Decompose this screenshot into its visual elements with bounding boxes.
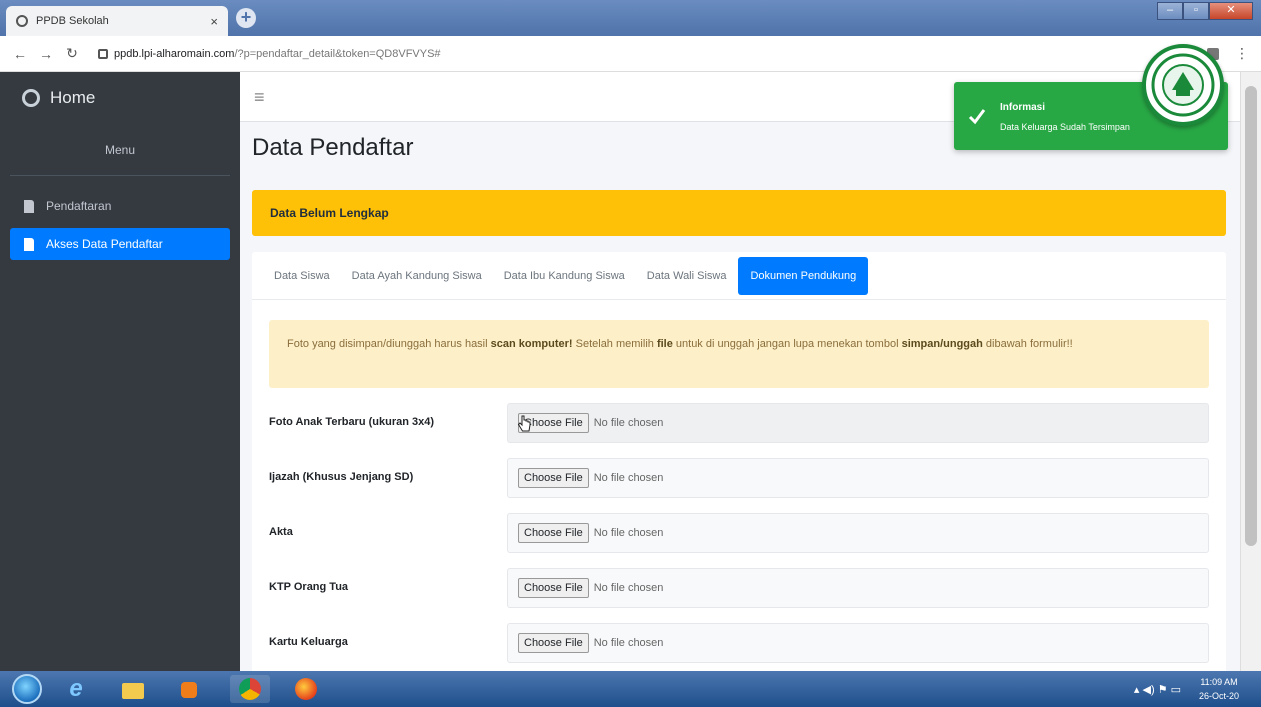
form-row-akta: Akta Choose File No file chosen (269, 513, 1209, 555)
start-button[interactable] (12, 674, 42, 704)
document-icon (24, 199, 34, 213)
field-label: Akta (269, 526, 293, 538)
tab-data-wali[interactable]: Data Wali Siswa (637, 261, 737, 291)
reload-icon[interactable]: ↻ (62, 45, 82, 62)
internet-explorer-icon[interactable]: e (56, 675, 96, 703)
browser-tab[interactable]: PPDB Sekolah × (6, 6, 228, 36)
new-tab-button[interactable]: + (236, 8, 256, 28)
choose-file-button[interactable]: Choose File (518, 523, 589, 543)
file-input-akta[interactable]: Choose File No file chosen (507, 513, 1209, 553)
brand-text: Home (50, 88, 96, 107)
file-status: No file chosen (593, 472, 664, 484)
tab-data-siswa[interactable]: Data Siswa (264, 261, 340, 291)
hamburger-menu-icon[interactable]: ≡ (254, 87, 265, 107)
choose-file-button[interactable]: Choose File (518, 578, 589, 598)
form-row-kartu-keluarga: Kartu Keluarga Choose File No file chose… (269, 623, 1209, 665)
browser-titlebar: PPDB Sekolah × + – ▫ ✕ (0, 0, 1261, 36)
form-row-foto: Foto Anak Terbaru (ukuran 3x4) Choose Fi… (269, 403, 1209, 445)
toast-message: Data Keluarga Sudah Tersimpan (1000, 122, 1130, 132)
url-field[interactable]: ppdb.lpi-alharomain.com/?p=pendaftar_det… (114, 48, 441, 60)
tab-data-ayah[interactable]: Data Ayah Kandung Siswa (342, 261, 492, 291)
sidebar: Home Menu Pendaftaran Akses Data Pendaft… (0, 72, 240, 671)
file-input-foto[interactable]: Choose File No file chosen (507, 403, 1209, 443)
page-title: Data Pendaftar (252, 134, 414, 161)
file-status: No file chosen (593, 527, 664, 539)
globe-icon (16, 15, 28, 27)
close-window-button[interactable]: ✕ (1209, 2, 1253, 20)
tab-bar: Data Siswa Data Ayah Kandung Siswa Data … (252, 252, 1226, 300)
tab-title: PPDB Sekolah (36, 15, 109, 27)
school-logo (1142, 44, 1224, 126)
url-path: /?p=pendaftar_detail&token=QD8VFVYS# (234, 47, 441, 60)
sidebar-item-label: Akses Data Pendaftar (46, 237, 163, 251)
checkmark-icon (968, 109, 986, 125)
document-icon (24, 237, 34, 251)
field-label: KTP Orang Tua (269, 581, 349, 593)
file-input-kartu-keluarga[interactable]: Choose File No file chosen (507, 623, 1209, 663)
home-logo-icon (22, 89, 40, 107)
file-status: No file chosen (593, 582, 664, 594)
firefox-icon[interactable] (285, 675, 325, 703)
page-scrollbar[interactable] (1240, 72, 1261, 671)
info-text: Setelah memilih (572, 338, 657, 350)
field-label: Ijazah (Khusus Jenjang SD) (269, 471, 414, 483)
media-player-icon[interactable] (168, 675, 208, 703)
menu-kebab-icon[interactable]: ⋮ (1235, 45, 1249, 62)
choose-file-button[interactable]: Choose File (518, 633, 589, 653)
form-row-ijazah: Ijazah (Khusus Jenjang SD) Choose File N… (269, 458, 1209, 500)
choose-file-button[interactable]: Choose File (518, 468, 589, 488)
back-arrow-icon[interactable]: ← (10, 46, 30, 62)
clock-time: 11:09 AM (1200, 677, 1238, 687)
sidebar-item-label: Pendaftaran (46, 199, 112, 213)
file-input-ijazah[interactable]: Choose File No file chosen (507, 458, 1209, 498)
hand-cursor-icon (517, 415, 531, 432)
chrome-icon[interactable] (230, 675, 270, 703)
maximize-button[interactable]: ▫ (1183, 2, 1209, 20)
clock[interactable]: 11:09 AM 26-Oct-20 (1189, 675, 1249, 703)
info-text: Foto yang disimpan/diunggah harus hasil (287, 338, 491, 350)
school-emblem-icon (1151, 53, 1215, 117)
document-card: Data Siswa Data Ayah Kandung Siswa Data … (252, 252, 1226, 671)
info-bold: file (656, 338, 673, 350)
lock-icon (98, 48, 108, 59)
system-tray[interactable]: ▴ ◀) ⚑ ▭ (1134, 683, 1181, 696)
main-content: ≡ Data Pendaftar Data Belum Lengkap Data… (240, 72, 1240, 671)
file-input-ktp[interactable]: Choose File No file chosen (507, 568, 1209, 608)
tab-data-ibu[interactable]: Data Ibu Kandung Siswa (494, 261, 635, 291)
sidebar-item-pendaftaran[interactable]: Pendaftaran (10, 190, 230, 222)
file-explorer-icon[interactable] (112, 675, 152, 703)
field-label: Kartu Keluarga (269, 636, 348, 648)
status-alert: Data Belum Lengkap (252, 190, 1226, 236)
forward-arrow-icon[interactable]: → (36, 46, 56, 62)
brand-link[interactable]: Home (0, 72, 240, 124)
window-controls: – ▫ ✕ (1157, 2, 1253, 20)
tab-dokumen-pendukung[interactable]: Dokumen Pendukung (738, 256, 869, 295)
info-text: dibawah formulir!! (982, 338, 1073, 350)
tab-close-button[interactable]: × (210, 14, 218, 29)
toast-title: Informasi (1000, 102, 1046, 113)
field-label: Foto Anak Terbaru (ukuran 3x4) (269, 416, 435, 428)
sidebar-item-akses-data-pendaftar[interactable]: Akses Data Pendaftar (10, 228, 230, 260)
info-bold: scan komputer! (490, 338, 573, 350)
address-bar: ← → ↻ ppdb.lpi-alharomain.com/?p=pendaft… (0, 36, 1261, 72)
menu-title: Menu (10, 124, 230, 176)
url-host: ppdb.lpi-alharomain.com (114, 47, 235, 60)
scrollbar-thumb[interactable] (1245, 86, 1257, 546)
info-notice: Foto yang disimpan/diunggah harus hasil … (269, 320, 1209, 388)
clock-date: 26-Oct-20 (1198, 691, 1240, 701)
form-row-ktp: KTP Orang Tua Choose File No file chosen (269, 568, 1209, 610)
info-text: untuk di unggah jangan lupa menekan tomb… (672, 338, 902, 350)
info-bold: simpan/unggah (901, 338, 983, 350)
file-status: No file chosen (593, 637, 664, 649)
file-status: No file chosen (593, 417, 664, 429)
taskbar: e ▴ ◀) ⚑ ▭ 11:09 AM 26-Oct-20 (0, 671, 1261, 707)
minimize-button[interactable]: – (1157, 2, 1183, 20)
